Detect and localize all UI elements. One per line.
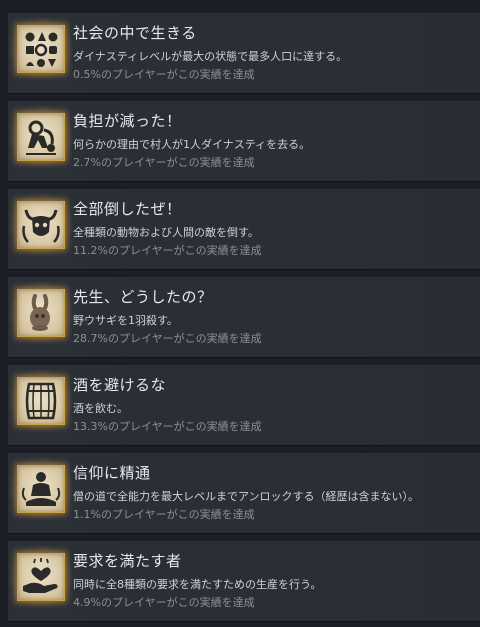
achievement-unlock-rate: 11.2%のプレイヤーがこの実績を達成 bbox=[73, 244, 262, 257]
achievement-description: 同時に全8種類の要求を満たすための生産を行う。 bbox=[73, 578, 322, 591]
villager-carrying-load-icon bbox=[17, 113, 65, 161]
achievement-row[interactable]: 全部倒したぜ！ 全種類の動物および人間の敵を倒す。 11.2%のプレイヤーがこの… bbox=[8, 189, 480, 269]
achievement-title: 要求を満たす者 bbox=[73, 552, 182, 570]
achievement-description: 全種類の動物および人間の敵を倒す。 bbox=[73, 226, 259, 239]
achievement-unlock-rate: 28.7%のプレイヤーがこの実績を達成 bbox=[73, 332, 262, 345]
meditating-monk-icon bbox=[17, 465, 65, 513]
achievement-icon-container bbox=[9, 105, 73, 169]
achievement-description: 野ウサギを1羽殺す。 bbox=[73, 314, 178, 327]
hand-giving-heart-icon bbox=[17, 553, 65, 601]
achievement-unlock-rate: 4.9%のプレイヤーがこの実績を達成 bbox=[73, 596, 255, 609]
achievement-icon-container bbox=[9, 281, 73, 345]
rabbit-icon bbox=[17, 289, 65, 337]
achievement-row[interactable]: 社会の中で生きる ダイナスティレベルが最大の状態で最多人口に達する。 0.5%の… bbox=[8, 13, 480, 93]
achievement-unlock-rate: 2.7%のプレイヤーがこの実績を達成 bbox=[73, 156, 255, 169]
achievement-row[interactable]: 負担が減った！ 何らかの理由で村人が1人ダイナスティを去る。 2.7%のプレイヤ… bbox=[8, 101, 480, 181]
achievement-row[interactable]: 信仰に精通 僧の道で全能力を最大レベルまでアンロックする（経歴は含まない）。 1… bbox=[8, 453, 480, 533]
achievement-unlock-rate: 13.3%のプレイヤーがこの実績を達成 bbox=[73, 420, 262, 433]
achievement-title: 酒を避けるな bbox=[73, 376, 167, 394]
achievement-unlock-rate: 0.5%のプレイヤーがこの実績を達成 bbox=[73, 68, 255, 81]
achievement-description: 何らかの理由で村人が1人ダイナスティを去る。 bbox=[73, 138, 311, 151]
achievement-row[interactable]: 酒を避けるな 酒を飲む。 13.3%のプレイヤーがこの実績を達成 bbox=[8, 365, 480, 445]
achievement-icon-container bbox=[9, 17, 73, 81]
achievement-description: ダイナスティレベルが最大の状態で最多人口に達する。 bbox=[73, 50, 348, 63]
community-symbols-icon bbox=[17, 25, 65, 73]
achievement-icon-container bbox=[9, 545, 73, 609]
achievement-row[interactable]: 先生、どうしたの？ 野ウサギを1羽殺す。 28.7%のプレイヤーがこの実績を達成 bbox=[8, 277, 480, 357]
achievement-icon-container bbox=[9, 457, 73, 521]
achievement-list: 社会の中で生きる ダイナスティレベルが最大の状態で最多人口に達する。 0.5%の… bbox=[0, 0, 480, 627]
achievement-row[interactable]: 要求を満たす者 同時に全8種類の要求を満たすための生産を行う。 4.9%のプレイ… bbox=[8, 541, 480, 621]
achievement-description: 酒を飲む。 bbox=[73, 402, 128, 415]
achievement-unlock-rate: 1.1%のプレイヤーがこの実績を達成 bbox=[73, 508, 255, 521]
barrel-icon bbox=[17, 377, 65, 425]
achievement-title: 社会の中で生きる bbox=[73, 24, 197, 42]
achievement-icon-container bbox=[9, 193, 73, 257]
achievement-title: 信仰に精通 bbox=[73, 464, 151, 482]
achievement-description: 僧の道で全能力を最大レベルまでアンロックする（経歴は含まない）。 bbox=[73, 490, 420, 503]
achievement-title: 先生、どうしたの？ bbox=[73, 288, 213, 306]
achievement-icon-container bbox=[9, 369, 73, 433]
horned-beast-skull-icon bbox=[17, 201, 65, 249]
achievement-title: 全部倒したぜ！ bbox=[73, 200, 182, 218]
achievement-title: 負担が減った！ bbox=[73, 112, 182, 130]
